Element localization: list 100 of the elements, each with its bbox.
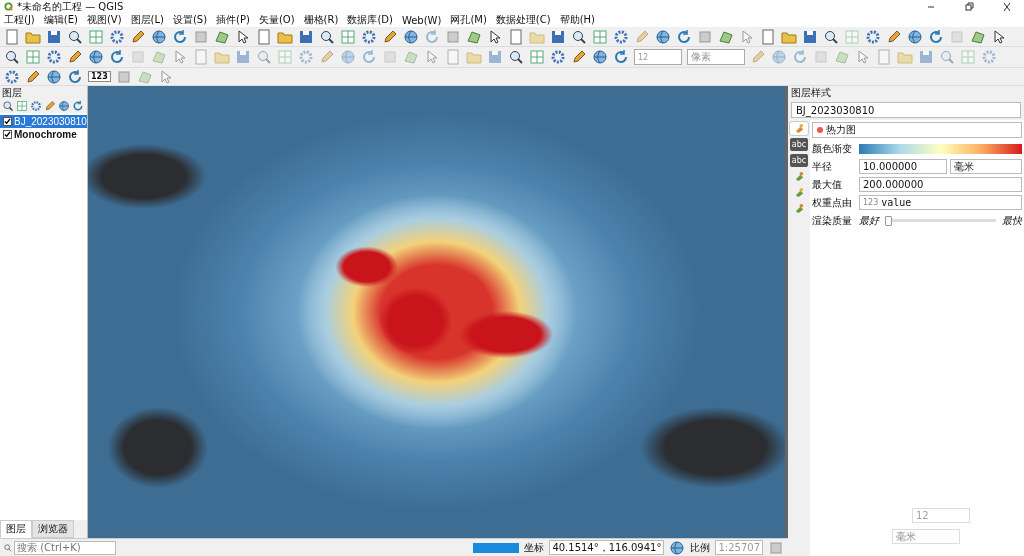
- menu-item[interactable]: 数据库(D): [347, 13, 393, 27]
- cursor-icon[interactable]: [487, 28, 503, 45]
- menu-item[interactable]: 矢量(O): [258, 13, 295, 27]
- side-tab[interactable]: [790, 122, 808, 135]
- folder-icon[interactable]: [214, 49, 230, 65]
- polygon-icon[interactable]: [403, 49, 419, 65]
- refresh-icon[interactable]: [67, 68, 83, 85]
- polygon-icon[interactable]: [834, 49, 850, 65]
- square-icon[interactable]: [697, 28, 713, 45]
- grid-icon[interactable]: [592, 28, 608, 45]
- panel-tab[interactable]: 图层: [0, 520, 32, 538]
- layer-item[interactable]: Monochrome: [0, 128, 87, 141]
- magnifier-icon[interactable]: [67, 28, 83, 45]
- page-icon[interactable]: [445, 49, 461, 65]
- menu-item[interactable]: 栅格(R): [303, 13, 339, 27]
- refresh-icon[interactable]: [361, 49, 377, 65]
- layer-checkbox[interactable]: [3, 130, 12, 139]
- grid-icon[interactable]: [340, 28, 356, 45]
- magnifier-icon[interactable]: [571, 28, 587, 45]
- globe-icon[interactable]: [58, 100, 70, 112]
- refresh-icon[interactable]: [72, 100, 84, 112]
- refresh-icon[interactable]: [792, 49, 808, 65]
- page-icon[interactable]: [876, 49, 892, 65]
- save-icon[interactable]: [46, 28, 62, 45]
- menu-item[interactable]: 编辑(E): [43, 13, 78, 27]
- save-icon[interactable]: [802, 28, 818, 45]
- label-tool-button[interactable]: 123: [88, 71, 111, 82]
- cursor-icon[interactable]: [235, 28, 251, 45]
- magnifier-icon[interactable]: [319, 28, 335, 45]
- save-icon[interactable]: [550, 28, 566, 45]
- pencil-icon[interactable]: [382, 28, 398, 45]
- square-icon[interactable]: [445, 28, 461, 45]
- polygon-icon[interactable]: [466, 28, 482, 45]
- globe-icon[interactable]: [655, 28, 671, 45]
- refresh-icon[interactable]: [928, 28, 944, 45]
- search-field[interactable]: 搜索 (Ctrl+K): [14, 540, 116, 555]
- pencil-icon[interactable]: [25, 68, 41, 85]
- globe-icon[interactable]: [403, 28, 419, 45]
- page-icon[interactable]: [193, 49, 209, 65]
- radius-spinbox[interactable]: 10.000000: [859, 159, 947, 174]
- refresh-icon[interactable]: [676, 28, 692, 45]
- layer-item[interactable]: BJ_2023030810: [0, 115, 87, 128]
- page-icon[interactable]: [760, 28, 776, 45]
- grid-icon[interactable]: [16, 100, 28, 112]
- refresh-icon[interactable]: [613, 49, 629, 65]
- save-icon[interactable]: [298, 28, 314, 45]
- cursor-icon[interactable]: [991, 28, 1007, 45]
- menu-item[interactable]: 数据处理(C): [495, 13, 551, 27]
- restore-icon[interactable]: [964, 1, 974, 12]
- side-tab[interactable]: abc: [790, 138, 808, 151]
- unit-dropdown[interactable]: 毫米: [950, 159, 1022, 174]
- globe-icon[interactable]: [907, 28, 923, 45]
- globe-icon[interactable]: [88, 49, 104, 65]
- layer-checkbox[interactable]: [3, 117, 12, 126]
- magnifier-icon[interactable]: [823, 28, 839, 45]
- close-icon[interactable]: [1002, 1, 1012, 12]
- layer-dropdown[interactable]: BJ_2023030810: [791, 102, 1021, 118]
- menu-item[interactable]: 插件(P): [216, 13, 250, 27]
- globe-icon[interactable]: [669, 539, 686, 556]
- menu-item[interactable]: 工程(J): [4, 13, 35, 27]
- polygon-icon[interactable]: [718, 28, 734, 45]
- refresh-icon[interactable]: [424, 28, 440, 45]
- maximum-spinbox[interactable]: 200.000000: [859, 177, 1022, 192]
- magnifier-icon[interactable]: [508, 49, 524, 65]
- globe-icon[interactable]: [46, 68, 62, 85]
- side-tab[interactable]: abc: [790, 154, 808, 167]
- menu-item[interactable]: 帮助(H): [559, 13, 595, 27]
- menu-item[interactable]: 视图(V): [86, 13, 122, 27]
- coordinate-field[interactable]: 40.1514°，116.0941°: [549, 540, 665, 555]
- color-ramp[interactable]: [859, 143, 1022, 154]
- folder-icon[interactable]: [897, 49, 913, 65]
- pencil-icon[interactable]: [886, 28, 902, 45]
- polygon-icon[interactable]: [151, 49, 167, 65]
- panel-tab[interactable]: 浏览器: [32, 520, 74, 538]
- menu-item[interactable]: 网孔(M): [450, 13, 487, 27]
- globe-icon[interactable]: [151, 28, 167, 45]
- menu-item[interactable]: 设置(S): [172, 13, 208, 27]
- pencil-icon[interactable]: [67, 49, 83, 65]
- refresh-icon[interactable]: [109, 49, 125, 65]
- slider-thumb[interactable]: [885, 215, 892, 226]
- grid-icon[interactable]: [529, 49, 545, 65]
- weight-field[interactable]: 123 value: [859, 195, 1022, 210]
- square-icon[interactable]: [768, 539, 784, 556]
- menu-item[interactable]: Web(W): [401, 14, 442, 26]
- polygon-icon[interactable]: [970, 28, 986, 45]
- pencil-icon[interactable]: [130, 28, 146, 45]
- folder-icon[interactable]: [466, 49, 482, 65]
- magnifier-icon[interactable]: [2, 100, 14, 112]
- renderer-dropdown[interactable]: 热力图: [812, 122, 1022, 138]
- grid-icon[interactable]: [88, 28, 104, 45]
- pencil-icon[interactable]: [571, 49, 587, 65]
- square-icon[interactable]: [193, 28, 209, 45]
- field-label: 渲染质量: [812, 213, 853, 228]
- square-icon[interactable]: [115, 68, 132, 85]
- menu-item[interactable]: 图层(L): [130, 13, 164, 27]
- polygon-icon[interactable]: [214, 28, 230, 45]
- magnifier-icon[interactable]: [4, 49, 20, 65]
- globe-icon[interactable]: [592, 49, 608, 65]
- page-icon[interactable]: [256, 28, 272, 45]
- refresh-icon[interactable]: [172, 28, 188, 45]
